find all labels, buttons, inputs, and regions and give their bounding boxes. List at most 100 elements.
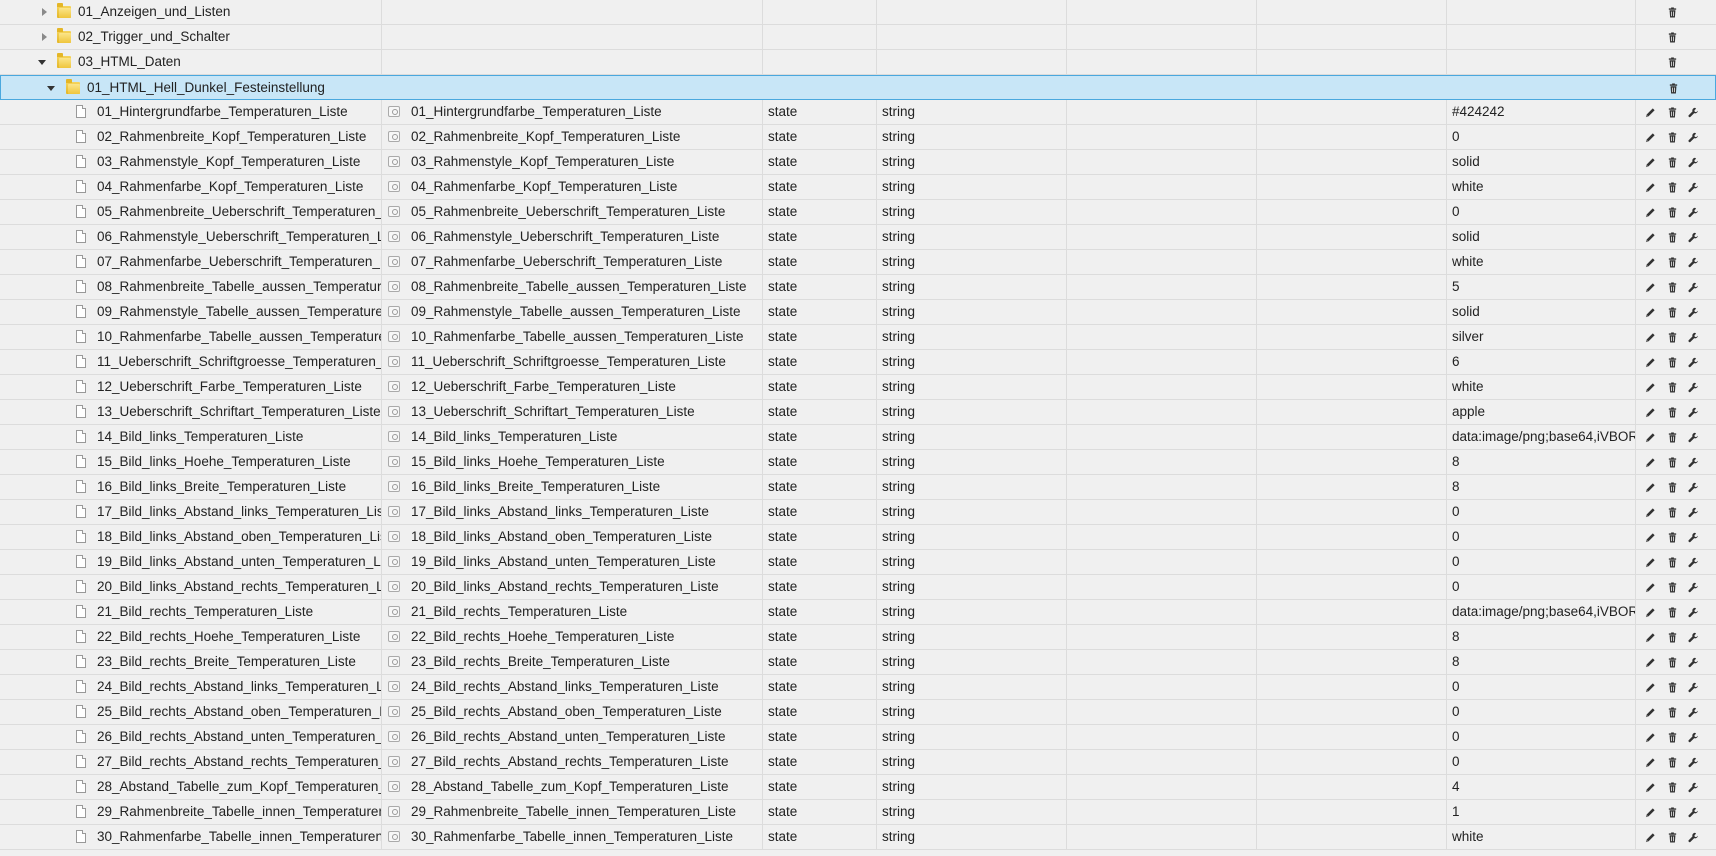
edit-button[interactable] <box>1643 105 1657 119</box>
value-cell[interactable]: data:image/png;base64,iVBORw <box>1447 600 1636 624</box>
value-cell[interactable]: #424242 <box>1447 100 1636 124</box>
value-cell[interactable]: 0 <box>1447 200 1636 224</box>
settings-button[interactable] <box>1686 605 1700 619</box>
delete-button[interactable] <box>1665 605 1679 619</box>
edit-button[interactable] <box>1643 330 1657 344</box>
table-row[interactable]: 07_Rahmenfarbe_Ueberschrift_Temperaturen… <box>0 250 1716 275</box>
settings-button[interactable] <box>1686 555 1700 569</box>
table-row[interactable]: 26_Bild_rechts_Abstand_unten_Temperature… <box>0 725 1716 750</box>
settings-button[interactable] <box>1686 755 1700 769</box>
table-row[interactable]: 28_Abstand_Tabelle_zum_Kopf_Temperaturen… <box>0 775 1716 800</box>
edit-button[interactable] <box>1643 680 1657 694</box>
settings-button[interactable] <box>1686 405 1700 419</box>
value-cell[interactable]: white <box>1447 175 1636 199</box>
value-cell[interactable]: white <box>1447 375 1636 399</box>
id-cell[interactable]: 05_Rahmenbreite_Ueberschrift_Temperature… <box>0 200 382 224</box>
edit-button[interactable] <box>1643 280 1657 294</box>
table-row[interactable]: 11_Ueberschrift_Schriftgroesse_Temperatu… <box>0 350 1716 375</box>
table-row[interactable]: 06_Rahmenstyle_Ueberschrift_Temperaturen… <box>0 225 1716 250</box>
edit-button[interactable] <box>1643 205 1657 219</box>
settings-button[interactable] <box>1686 180 1700 194</box>
edit-button[interactable] <box>1643 130 1657 144</box>
id-cell[interactable]: 27_Bild_rechts_Abstand_rechts_Temperatur… <box>0 750 382 774</box>
id-cell[interactable]: 13_Ueberschrift_Schriftart_Temperaturen_… <box>0 400 382 424</box>
id-cell[interactable]: 03_Rahmenstyle_Kopf_Temperaturen_Liste <box>0 150 382 174</box>
table-row[interactable]: 30_Rahmenfarbe_Tabelle_innen_Temperature… <box>0 825 1716 850</box>
id-cell[interactable]: 02_Rahmenbreite_Kopf_Temperaturen_Liste <box>0 125 382 149</box>
name-cell[interactable]: 01_HTML_Hell_Dunkel_Festeinstellung <box>1 76 1637 100</box>
delete-button[interactable] <box>1665 355 1679 369</box>
delete-button[interactable] <box>1665 255 1679 269</box>
table-row[interactable]: 04_Rahmenfarbe_Kopf_Temperaturen_Liste 04… <box>0 175 1716 200</box>
table-row[interactable]: 05_Rahmenbreite_Ueberschrift_Temperature… <box>0 200 1716 225</box>
delete-button[interactable] <box>1665 805 1679 819</box>
expand-arrow-down-icon[interactable] <box>47 86 55 91</box>
name-cell[interactable]: 01_Anzeigen_und_Listen <box>0 0 382 24</box>
value-cell[interactable]: solid <box>1447 225 1636 249</box>
settings-button[interactable] <box>1686 730 1700 744</box>
id-cell[interactable]: 08_Rahmenbreite_Tabelle_aussen_Temperatu… <box>0 275 382 299</box>
value-cell[interactable]: silver <box>1447 325 1636 349</box>
settings-button[interactable] <box>1686 205 1700 219</box>
settings-button[interactable] <box>1686 130 1700 144</box>
delete-button[interactable] <box>1665 655 1679 669</box>
settings-button[interactable] <box>1686 430 1700 444</box>
id-cell[interactable]: 04_Rahmenfarbe_Kopf_Temperaturen_Liste <box>0 175 382 199</box>
expand-arrow-down-icon[interactable] <box>38 60 46 65</box>
id-cell[interactable]: 25_Bild_rechts_Abstand_oben_Temperaturen… <box>0 700 382 724</box>
delete-button[interactable] <box>1665 5 1679 19</box>
table-row[interactable]: 10_Rahmenfarbe_Tabelle_aussen_Temperatur… <box>0 325 1716 350</box>
table-row[interactable]: 22_Bild_rechts_Hoehe_Temperaturen_Liste 2… <box>0 625 1716 650</box>
delete-button[interactable] <box>1665 155 1679 169</box>
value-cell[interactable]: 4 <box>1447 775 1636 799</box>
delete-button[interactable] <box>1665 530 1679 544</box>
table-row[interactable]: 13_Ueberschrift_Schriftart_Temperaturen_… <box>0 400 1716 425</box>
delete-button[interactable] <box>1665 280 1679 294</box>
table-row[interactable]: 17_Bild_links_Abstand_links_Temperaturen… <box>0 500 1716 525</box>
id-cell[interactable]: 15_Bild_links_Hoehe_Temperaturen_Liste <box>0 450 382 474</box>
edit-button[interactable] <box>1643 255 1657 269</box>
table-row[interactable]: 27_Bild_rechts_Abstand_rechts_Temperatur… <box>0 750 1716 775</box>
table-row[interactable]: 01_Hintergrundfarbe_Temperaturen_Liste 01… <box>0 100 1716 125</box>
delete-button[interactable] <box>1665 630 1679 644</box>
edit-button[interactable] <box>1643 755 1657 769</box>
value-cell[interactable]: solid <box>1447 300 1636 324</box>
delete-button[interactable] <box>1665 555 1679 569</box>
value-cell[interactable]: 8 <box>1447 450 1636 474</box>
edit-button[interactable] <box>1643 355 1657 369</box>
table-row[interactable]: 16_Bild_links_Breite_Temperaturen_Liste 1… <box>0 475 1716 500</box>
settings-button[interactable] <box>1686 680 1700 694</box>
expand-arrow-right-icon[interactable] <box>42 8 47 16</box>
table-row[interactable]: 23_Bild_rechts_Breite_Temperaturen_Liste… <box>0 650 1716 675</box>
value-cell[interactable]: white <box>1447 250 1636 274</box>
settings-button[interactable] <box>1686 155 1700 169</box>
expand-arrow-right-icon[interactable] <box>42 33 47 41</box>
delete-button[interactable] <box>1665 380 1679 394</box>
value-cell[interactable]: 8 <box>1447 650 1636 674</box>
id-cell[interactable]: 22_Bild_rechts_Hoehe_Temperaturen_Liste <box>0 625 382 649</box>
delete-button[interactable] <box>1665 130 1679 144</box>
table-row[interactable]: 08_Rahmenbreite_Tabelle_aussen_Temperatu… <box>0 275 1716 300</box>
settings-button[interactable] <box>1686 480 1700 494</box>
settings-button[interactable] <box>1686 230 1700 244</box>
delete-button[interactable] <box>1665 405 1679 419</box>
settings-button[interactable] <box>1686 830 1700 844</box>
value-cell[interactable]: 0 <box>1447 700 1636 724</box>
table-row[interactable]: 29_Rahmenbreite_Tabelle_innen_Temperatur… <box>0 800 1716 825</box>
id-cell[interactable]: 23_Bild_rechts_Breite_Temperaturen_Liste <box>0 650 382 674</box>
edit-button[interactable] <box>1643 730 1657 744</box>
id-cell[interactable]: 16_Bild_links_Breite_Temperaturen_Liste <box>0 475 382 499</box>
settings-button[interactable] <box>1686 505 1700 519</box>
table-row[interactable]: 21_Bild_rechts_Temperaturen_Liste 21_Bild… <box>0 600 1716 625</box>
delete-button[interactable] <box>1665 580 1679 594</box>
id-cell[interactable]: 09_Rahmenstyle_Tabelle_aussen_Temperatur… <box>0 300 382 324</box>
delete-button[interactable] <box>1665 430 1679 444</box>
value-cell[interactable]: solid <box>1447 150 1636 174</box>
settings-button[interactable] <box>1686 630 1700 644</box>
value-cell[interactable]: 0 <box>1447 500 1636 524</box>
id-cell[interactable]: 11_Ueberschrift_Schriftgroesse_Temperatu… <box>0 350 382 374</box>
settings-button[interactable] <box>1686 280 1700 294</box>
edit-button[interactable] <box>1643 155 1657 169</box>
id-cell[interactable]: 21_Bild_rechts_Temperaturen_Liste <box>0 600 382 624</box>
delete-button[interactable] <box>1665 55 1679 69</box>
